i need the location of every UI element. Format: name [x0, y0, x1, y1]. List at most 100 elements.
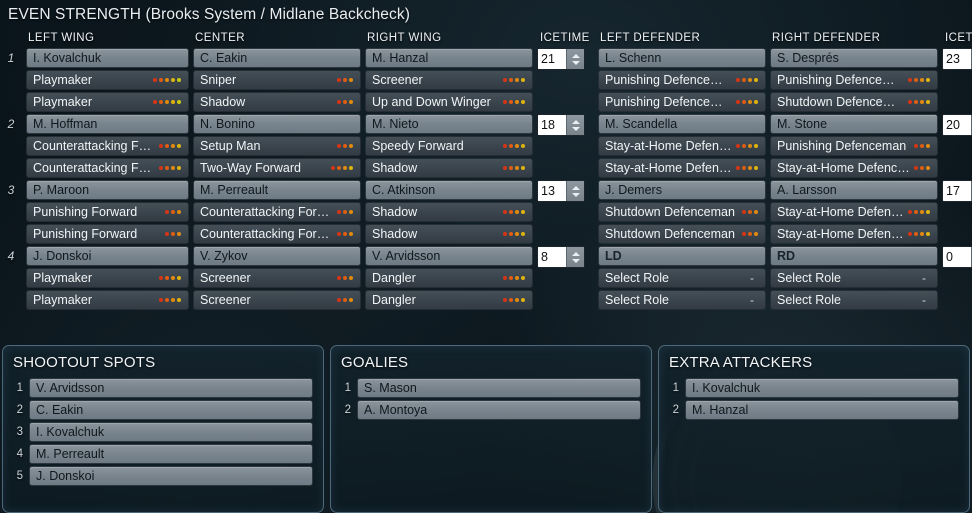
extra-attacker-player-slot[interactable]: M. Hanzal — [685, 400, 959, 420]
chevron-up-icon[interactable] — [571, 119, 580, 124]
shootout-spot-player-slot[interactable]: V. Arvidsson — [29, 378, 313, 398]
player-slot-right-defender[interactable]: S. Després — [770, 48, 938, 68]
shootout-spot-player-slot[interactable]: C. Eakin — [29, 400, 313, 420]
icetime-spin-buttons[interactable] — [566, 247, 584, 267]
player-slot-left-defender[interactable]: L. Schenn — [598, 48, 766, 68]
role-slot-right-wing-2[interactable]: Shadow — [365, 158, 533, 178]
chevron-down-icon[interactable] — [571, 60, 580, 65]
role-slot-center-2[interactable]: Screener — [193, 290, 361, 310]
role-slot-left-defender-2[interactable]: Punishing Defenceman — [598, 92, 766, 112]
role-slot-left-defender-2[interactable]: Stay-at-Home Defenceman — [598, 158, 766, 178]
chevron-up-icon[interactable] — [571, 185, 580, 190]
icetime-spinner-defence-pair-4[interactable] — [942, 246, 972, 268]
role-slot-left-wing-1[interactable]: Playmaker — [26, 70, 189, 90]
rating-dot — [349, 144, 353, 148]
player-slot-left-wing[interactable]: M. Hoffman — [26, 114, 189, 134]
icetime-spin-buttons[interactable] — [566, 115, 584, 135]
role-slot-right-defender-1[interactable]: Punishing Defenceman — [770, 70, 938, 90]
player-slot-center[interactable]: N. Bonino — [193, 114, 361, 134]
role-slot-left-defender-1[interactable]: Shutdown Defenceman — [598, 202, 766, 222]
role-slot-left-wing-2[interactable]: Counterattacking Forward — [26, 158, 189, 178]
role-slot-right-wing-2[interactable]: Up and Down Winger — [365, 92, 533, 112]
chevron-up-icon[interactable] — [571, 53, 580, 58]
player-slot-right-defender[interactable]: M. Stone — [770, 114, 938, 134]
rating-dot — [748, 210, 752, 214]
chevron-down-icon[interactable] — [571, 258, 580, 263]
player-slot-left-defender[interactable]: J. Demers — [598, 180, 766, 200]
shootout-spot-player-slot[interactable]: J. Donskoi — [29, 466, 313, 486]
icetime-input-forwards-line-2[interactable] — [538, 115, 566, 135]
player-slot-center[interactable]: V. Zykov — [193, 246, 361, 266]
role-slot-left-wing-2[interactable]: Punishing Forward — [26, 224, 189, 244]
player-slot-right-defender[interactable]: RD — [770, 246, 938, 266]
role-slot-right-defender-2[interactable]: Select Role - — [770, 290, 938, 310]
icetime-input-forwards-line-1[interactable] — [538, 49, 566, 69]
role-slot-left-defender-1[interactable]: Select Role - — [598, 268, 766, 288]
icetime-spinner-forwards-line-1[interactable] — [537, 48, 585, 70]
role-slot-left-wing-2[interactable]: Playmaker — [26, 290, 189, 310]
role-slot-right-defender-2[interactable]: Stay-at-Home Defenceman — [770, 158, 938, 178]
role-rating-dots — [337, 232, 355, 236]
icetime-spinner-forwards-line-2[interactable] — [537, 114, 585, 136]
role-slot-right-wing-1[interactable]: Dangler — [365, 268, 533, 288]
player-slot-left-wing[interactable]: P. Maroon — [26, 180, 189, 200]
role-slot-right-defender-1[interactable]: Stay-at-Home Defenceman — [770, 202, 938, 222]
player-slot-right-wing[interactable]: M. Nieto — [365, 114, 533, 134]
role-slot-left-defender-2[interactable]: Shutdown Defenceman — [598, 224, 766, 244]
player-slot-left-defender[interactable]: LD — [598, 246, 766, 266]
role-slot-right-defender-1[interactable]: Punishing Defenceman — [770, 136, 938, 156]
role-slot-left-wing-1[interactable]: Punishing Forward — [26, 202, 189, 222]
role-slot-left-wing-2[interactable]: Playmaker — [26, 92, 189, 112]
role-slot-right-wing-1[interactable]: Speedy Forward — [365, 136, 533, 156]
icetime-spinner-forwards-line-4[interactable] — [537, 246, 585, 268]
role-slot-right-defender-2[interactable]: Stay-at-Home Defenceman — [770, 224, 938, 244]
icetime-spinner-defence-pair-2[interactable] — [942, 114, 972, 136]
role-slot-center-1[interactable]: Sniper — [193, 70, 361, 90]
role-slot-left-wing-1[interactable]: Counterattacking Forward — [26, 136, 189, 156]
icetime-spinner-forwards-line-3[interactable] — [537, 180, 585, 202]
goalie-player-slot[interactable]: A. Montoya — [357, 400, 641, 420]
icetime-spinner-defence-pair-3[interactable] — [942, 180, 972, 202]
player-slot-center[interactable]: M. Perreault — [193, 180, 361, 200]
player-slot-left-wing[interactable]: I. Kovalchuk — [26, 48, 189, 68]
role-slot-center-1[interactable]: Counterattacking Forward — [193, 202, 361, 222]
role-slot-left-defender-2[interactable]: Select Role - — [598, 290, 766, 310]
shootout-spot-player-slot[interactable]: I. Kovalchuk — [29, 422, 313, 442]
icetime-input-defence-pair-2[interactable] — [943, 115, 971, 135]
player-slot-left-defender[interactable]: M. Scandella — [598, 114, 766, 134]
role-slot-center-2[interactable]: Two-Way Forward — [193, 158, 361, 178]
role-slot-right-wing-2[interactable]: Shadow — [365, 224, 533, 244]
icetime-input-forwards-line-3[interactable] — [538, 181, 566, 201]
icetime-input-defence-pair-3[interactable] — [943, 181, 971, 201]
shootout-spot-player-slot[interactable]: M. Perreault — [29, 444, 313, 464]
player-slot-right-wing[interactable]: V. Arvidsson — [365, 246, 533, 266]
role-slot-left-wing-1[interactable]: Playmaker — [26, 268, 189, 288]
role-slot-right-defender-2[interactable]: Shutdown Defenceman — [770, 92, 938, 112]
icetime-spinner-defence-pair-1[interactable] — [942, 48, 972, 70]
icetime-spin-buttons[interactable] — [566, 181, 584, 201]
role-slot-center-2[interactable]: Shadow — [193, 92, 361, 112]
icetime-input-forwards-line-4[interactable] — [538, 247, 566, 267]
extra-attacker-player-slot[interactable]: I. Kovalchuk — [685, 378, 959, 398]
role-slot-center-2[interactable]: Counterattacking Forward — [193, 224, 361, 244]
role-slot-right-wing-1[interactable]: Screener — [365, 70, 533, 90]
chevron-down-icon[interactable] — [571, 126, 580, 131]
icetime-spin-buttons[interactable] — [566, 49, 584, 69]
role-slot-right-defender-1[interactable]: Select Role - — [770, 268, 938, 288]
icetime-input-defence-pair-1[interactable] — [943, 49, 971, 69]
icetime-input-defence-pair-4[interactable] — [943, 247, 971, 267]
role-slot-center-1[interactable]: Setup Man — [193, 136, 361, 156]
player-slot-right-wing[interactable]: C. Atkinson — [365, 180, 533, 200]
chevron-up-icon[interactable] — [571, 251, 580, 256]
player-slot-right-wing[interactable]: M. Hanzal — [365, 48, 533, 68]
chevron-down-icon[interactable] — [571, 192, 580, 197]
player-slot-right-defender[interactable]: A. Larsson — [770, 180, 938, 200]
role-slot-left-defender-1[interactable]: Punishing Defenceman — [598, 70, 766, 90]
player-slot-left-wing[interactable]: J. Donskoi — [26, 246, 189, 266]
role-slot-right-wing-2[interactable]: Dangler — [365, 290, 533, 310]
role-slot-center-1[interactable]: Screener — [193, 268, 361, 288]
player-slot-center[interactable]: C. Eakin — [193, 48, 361, 68]
role-slot-right-wing-1[interactable]: Shadow — [365, 202, 533, 222]
goalie-player-slot[interactable]: S. Mason — [357, 378, 641, 398]
role-slot-left-defender-1[interactable]: Stay-at-Home Defenceman — [598, 136, 766, 156]
